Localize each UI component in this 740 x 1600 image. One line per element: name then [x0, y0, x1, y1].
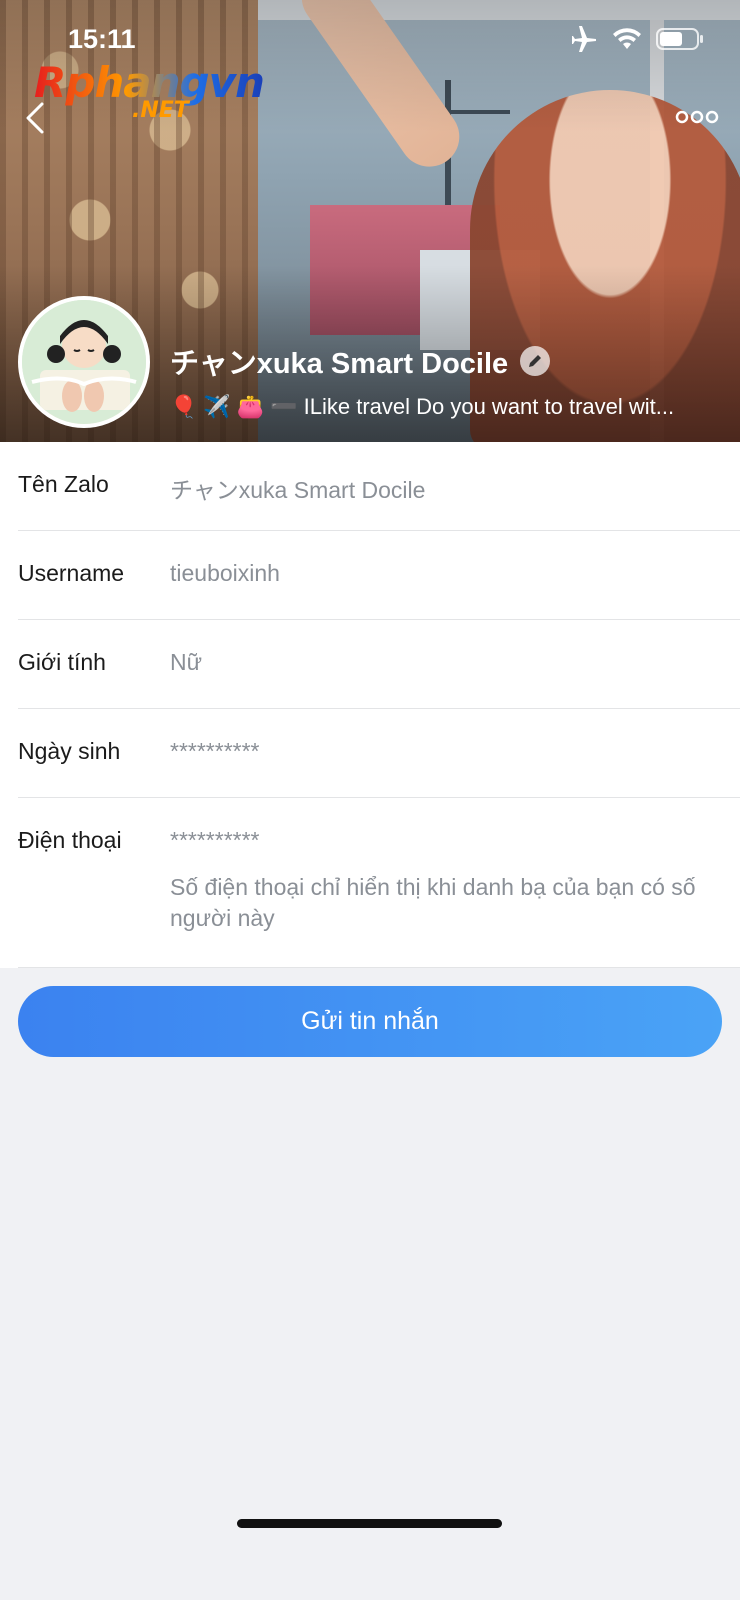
balloon-emoji: 🎈 — [170, 394, 198, 419]
purse-emoji: 👛 — [236, 394, 265, 419]
send-message-button[interactable]: Gửi tin nhắn — [18, 986, 722, 1057]
watermark-logo: Rphangvn .NET — [34, 58, 265, 128]
profile-name-row: チャンxuka Smart Docile — [170, 340, 551, 382]
info-row-gender: Giới tính Nữ — [18, 620, 740, 709]
info-label: Tên Zalo — [18, 471, 109, 497]
avatar-illustration — [22, 300, 146, 424]
pencil-icon — [529, 355, 542, 367]
info-value: tieuboixinh — [170, 560, 280, 586]
info-row-username: Username tieuboixinh — [18, 531, 740, 620]
profile-status-row[interactable]: 🎈 ✈️ 👛 ➖ ILike travel Do you want to tra… — [170, 394, 718, 420]
watermark-sub: .NET — [132, 98, 189, 123]
back-button[interactable] — [18, 98, 58, 138]
status-icons — [570, 26, 704, 52]
info-row-zalo-name: Tên Zalo チャンxuka Smart Docile — [18, 442, 740, 531]
dash-emoji: ➖ — [270, 394, 298, 419]
wifi-icon — [613, 28, 641, 49]
info-value: Nữ — [170, 649, 203, 675]
battery-icon — [656, 28, 703, 50]
status-time: 15:11 — [68, 24, 136, 54]
avatar[interactable] — [18, 296, 150, 428]
airplane-emoji: ✈️ — [203, 394, 231, 419]
info-label: Giới tính — [18, 649, 106, 675]
profile-info-list: Tên Zalo チャンxuka Smart Docile Username t… — [0, 442, 740, 968]
profile-name: チャンxuka Smart Docile — [170, 348, 509, 380]
info-label: Điện thoại — [18, 827, 122, 853]
airplane-icon — [572, 26, 596, 52]
profile-status-text: ILike travel Do you want to travel wit..… — [303, 394, 675, 419]
phone-privacy-note: Số điện thoại chỉ hiển thị khi danh bạ c… — [170, 874, 696, 931]
info-label: Ngày sinh — [18, 738, 121, 764]
info-label: Username — [18, 560, 125, 586]
chevron-left-icon — [26, 102, 44, 134]
info-row-birthday: Ngày sinh ********** — [18, 709, 740, 798]
edit-name-button[interactable] — [520, 346, 551, 376]
info-value: チャンxuka Smart Docile — [170, 477, 426, 503]
info-row-phone: Điện thoại ********** Số điện thoại chỉ … — [18, 798, 740, 968]
more-dots-icon — [675, 110, 719, 124]
home-indicator[interactable] — [237, 1519, 502, 1528]
info-value: ********** — [170, 738, 260, 764]
info-value: ********** — [170, 827, 260, 853]
more-options-button[interactable] — [674, 104, 720, 130]
